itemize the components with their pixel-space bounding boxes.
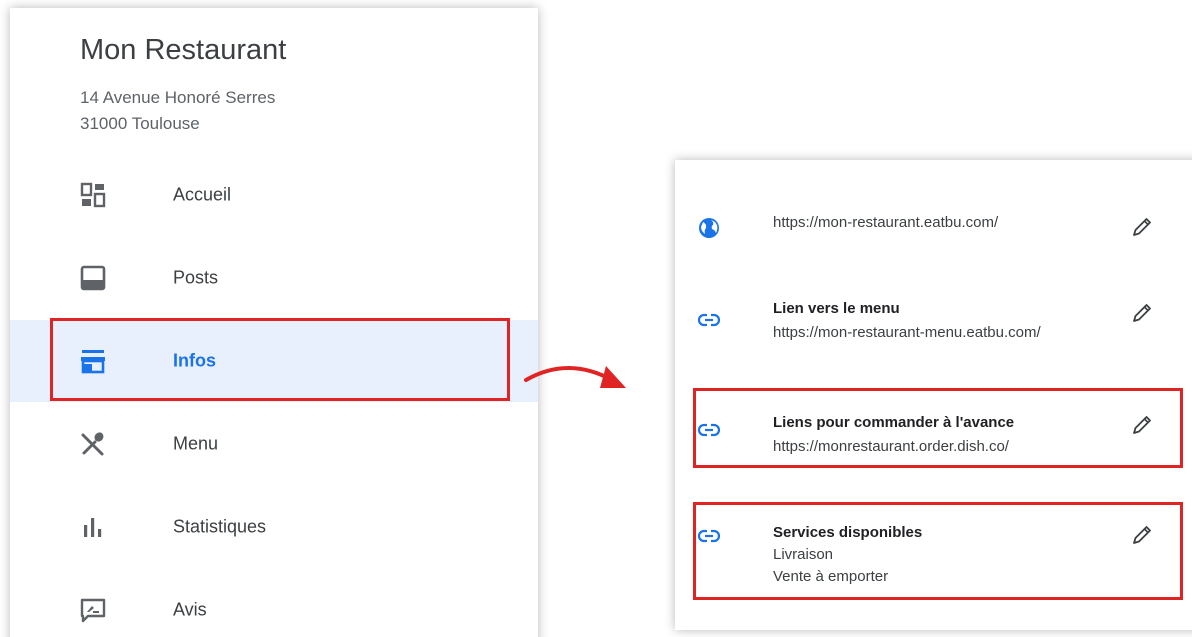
business-name: Mon Restaurant	[80, 34, 287, 66]
order-link-row: Liens pour commander à l'avance https://…	[675, 410, 1192, 462]
nav-item-menu[interactable]: Menu	[10, 403, 538, 485]
nav-item-posts[interactable]: Posts	[10, 237, 538, 319]
website-url[interactable]: https://mon-restaurant.eatbu.com/	[773, 214, 998, 231]
edit-order-link-pencil-icon[interactable]	[1131, 414, 1153, 436]
link-icon	[697, 423, 721, 437]
business-info-panel: https://mon-restaurant.eatbu.com/ Lien v…	[675, 160, 1192, 630]
nav-label-accueil: Accueil	[173, 184, 232, 205]
service-item: Vente à emporter	[773, 568, 889, 585]
menu-link-title: Lien vers le menu	[773, 300, 900, 317]
arrow-icon	[524, 366, 626, 388]
nav-label-infos: Infos	[173, 350, 216, 371]
menu-link-url[interactable]: https://mon-restaurant-menu.eatbu.com/	[773, 324, 1041, 341]
nav-item-statistiques[interactable]: Statistiques	[10, 486, 538, 568]
website-row: https://mon-restaurant.eatbu.com/	[675, 206, 1192, 246]
edit-menu-link-pencil-icon[interactable]	[1131, 302, 1153, 324]
service-item: Livraison	[773, 546, 834, 563]
bar-chart-icon	[80, 514, 106, 540]
business-address-line2: 31000 Toulouse	[80, 114, 200, 133]
nav-item-accueil[interactable]: Accueil	[10, 154, 538, 236]
link-icon	[697, 529, 721, 543]
order-link-title: Liens pour commander à l'avance	[773, 414, 1015, 431]
services-row: Services disponibles Livraison Vente à e…	[675, 522, 1192, 602]
nav-label-menu: Menu	[173, 433, 219, 454]
storefront-icon	[80, 348, 106, 374]
globe-icon	[699, 218, 719, 238]
nav-item-infos[interactable]: Infos	[10, 320, 538, 402]
link-icon	[697, 313, 721, 327]
restaurant-icon	[80, 431, 106, 457]
menu-link-row: Lien vers le menu https://mon-restaurant…	[675, 296, 1192, 352]
services-title: Services disponibles	[773, 524, 923, 541]
edit-services-pencil-icon[interactable]	[1131, 524, 1153, 546]
edit-website-pencil-icon[interactable]	[1131, 216, 1153, 238]
screenshot-canvas: Mon Restaurant 14 Avenue Honoré Serres 3…	[0, 0, 1192, 637]
nav-label-statistiques: Statistiques	[173, 516, 267, 537]
posts-icon	[80, 265, 106, 291]
order-link-url[interactable]: https://monrestaurant.order.dish.co/	[773, 438, 1009, 455]
nav-label-avis: Avis	[173, 599, 207, 620]
nav-label-posts: Posts	[173, 267, 219, 288]
dashboard-icon	[80, 182, 106, 208]
business-address-line1: 14 Avenue Honoré Serres	[80, 88, 276, 107]
business-nav-panel: Mon Restaurant 14 Avenue Honoré Serres 3…	[10, 8, 538, 637]
nav-item-avis[interactable]: Avis	[10, 569, 538, 637]
reviews-icon	[80, 597, 106, 623]
